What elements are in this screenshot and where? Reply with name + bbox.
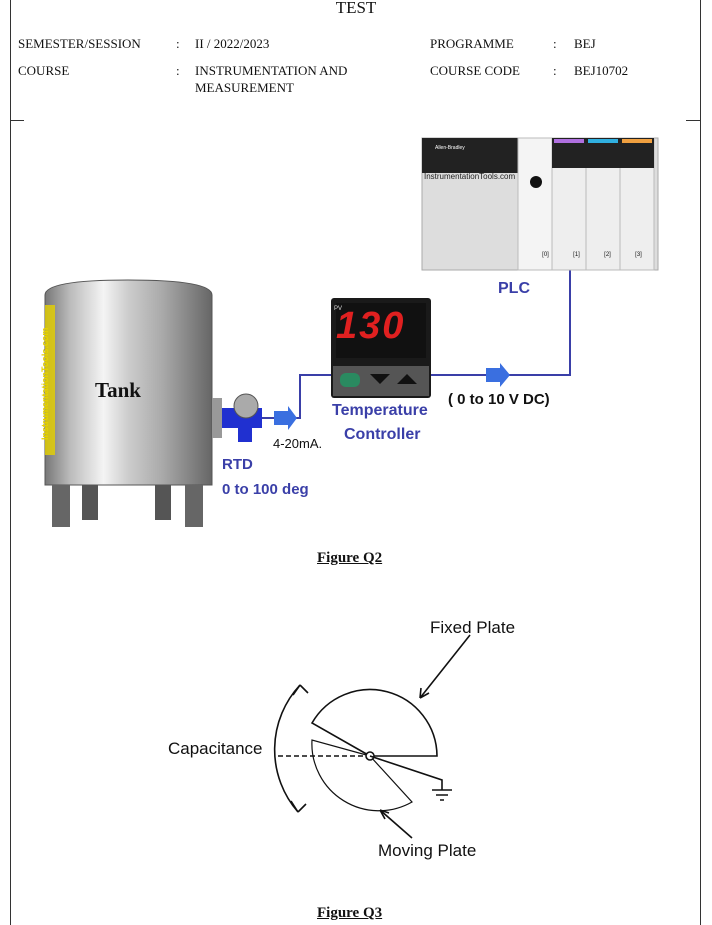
slot-label: [3] [635,252,642,258]
colon: : [553,36,557,51]
plc-brand: Allen-Bradley [435,145,465,151]
course-code-label: COURSE CODE [430,63,520,78]
current-signal-label: 4-20mA. [273,436,323,451]
slot-label: [2] [604,252,611,258]
tank-label: Tank [95,378,141,402]
figure-q2-caption: Figure Q2 [317,550,383,566]
rtd-range: 0 to 100 deg [222,481,309,498]
plc-label: PLC [498,280,530,297]
pv-label: PV [334,306,343,312]
semester-value: II / 2022/2023 [195,36,270,51]
left-tick [10,120,24,121]
slot-label: [1] [573,252,580,258]
document-page: TEST SEMESTER/SESSION : II / 2022/2023 P… [0,0,712,925]
voltage-label: ( 0 to 10 V DC) [448,391,550,408]
course-label: COURSE [18,63,70,78]
figure-q3-caption: Figure Q3 [317,905,383,921]
colon: : [553,63,557,78]
controller-label-line2: Controller [344,426,421,443]
page-title: TEST [335,0,377,17]
controller-display-value: 130 [336,305,406,347]
slot-label: [0] [542,252,549,258]
tank-drawing [44,279,213,527]
colon: : [176,36,180,51]
semester-label: SEMESTER/SESSION [18,36,141,51]
colon: : [176,63,180,78]
programme-value: BEJ [574,36,596,51]
plc-slots: [0] [1] [2] [3] [530,252,654,258]
fixed-plate-label: Fixed Plate [430,618,516,637]
programme-label: PROGRAMME [430,36,514,51]
course-value-line1: INSTRUMENTATION AND [195,63,348,78]
tank-watermark: InstrumentationTools.com [40,327,50,440]
plc-watermark: InstrumentationTools.com [424,172,516,181]
controller-label-line1: Temperature [332,402,428,419]
arrow-icon [274,406,297,430]
rtd-drawing [212,393,262,442]
course-value-line2: MEASUREMENT [195,80,294,95]
plc-rack [421,137,659,271]
moving-plate-label: Moving Plate [378,841,477,860]
rtd-label: RTD [222,456,253,473]
capacitance-label: Capacitance [168,739,263,758]
right-tick [686,120,700,121]
arrow-icon [486,363,510,387]
figure-q3-diagram [273,634,471,839]
course-code-value: BEJ10702 [574,63,629,78]
